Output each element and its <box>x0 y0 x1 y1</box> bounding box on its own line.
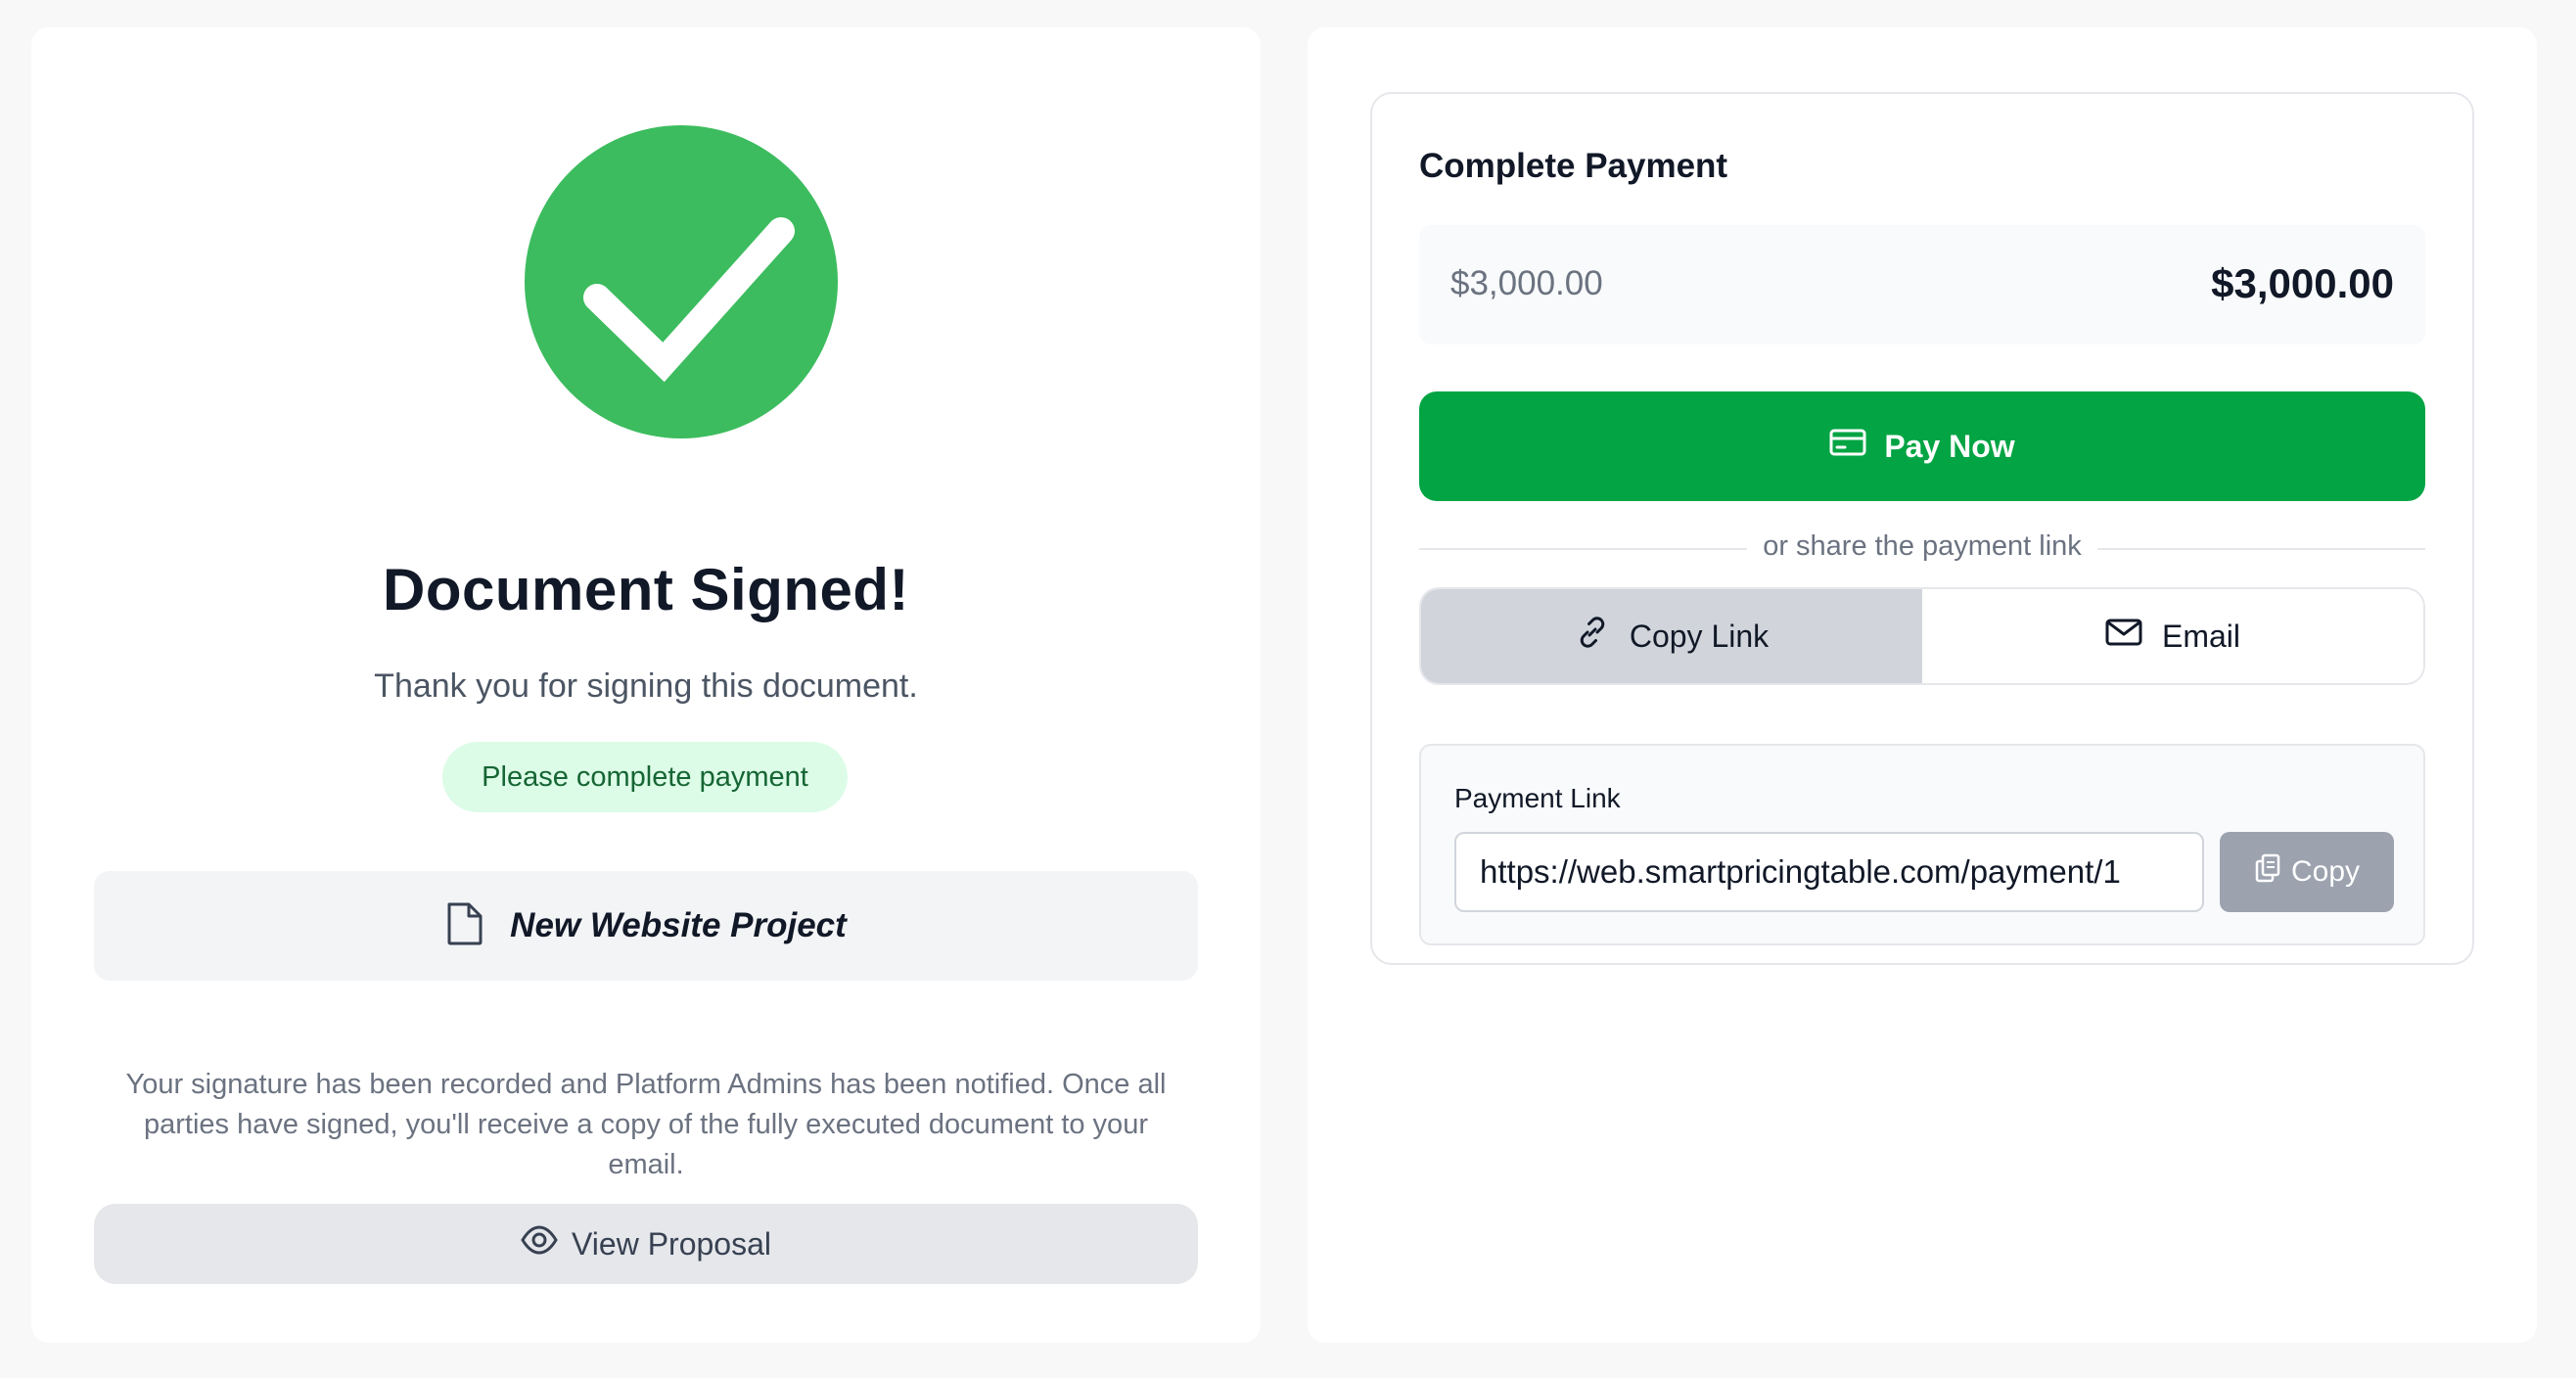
payment-link-section: Payment Link Copy <box>1419 744 2425 945</box>
divider-text: or share the payment link <box>1747 530 2097 562</box>
copy-button[interactable]: Copy <box>2220 832 2394 912</box>
document-card: New Website Project <box>94 871 1198 981</box>
signature-notice: Your signature has been recorded and Pla… <box>125 1069 1167 1180</box>
payment-link-label: Payment Link <box>1454 783 1621 813</box>
pay-now-button[interactable]: Pay Now <box>1419 391 2425 501</box>
document-name: New Website Project <box>510 906 847 944</box>
success-check-icon <box>525 125 838 438</box>
email-label: Email <box>2161 618 2240 654</box>
document-icon <box>445 901 484 951</box>
amount-label: $3,000.00 <box>1450 264 1603 302</box>
credit-card-icon <box>1829 428 1866 465</box>
clipboard-icon <box>2254 853 2281 891</box>
view-proposal-label: View Proposal <box>572 1225 771 1262</box>
link-icon <box>1575 615 1610 658</box>
view-proposal-button[interactable]: View Proposal <box>94 1204 1198 1284</box>
page-subtitle: Thank you for signing this document. <box>374 667 918 705</box>
eye-icon <box>521 1225 558 1263</box>
share-method-toggle: Copy Link Email <box>1419 587 2425 685</box>
signed-confirmation-panel: Document Signed! Thank you for signing t… <box>31 27 1261 1343</box>
payment-panel: Complete Payment $3,000.00 $3,000.00 Pay… <box>1308 27 2537 1343</box>
copy-link-label: Copy Link <box>1629 618 1770 654</box>
payment-link-input[interactable] <box>1454 832 2204 912</box>
status-badge: Please complete payment <box>442 742 848 812</box>
pay-now-label: Pay Now <box>1884 428 2015 464</box>
page-title: Document Signed! <box>382 557 909 622</box>
payment-card: Complete Payment $3,000.00 $3,000.00 Pay… <box>1370 92 2474 965</box>
share-divider: or share the payment link <box>1419 528 2425 568</box>
email-tab[interactable]: Email <box>1922 589 2423 683</box>
amount-total: $3,000.00 <box>2211 260 2394 306</box>
payment-title: Complete Payment <box>1419 147 1728 185</box>
copy-label: Copy <box>2290 855 2361 888</box>
copy-link-tab[interactable]: Copy Link <box>1421 589 1922 683</box>
mail-icon <box>2105 618 2142 655</box>
amount-summary: $3,000.00 $3,000.00 <box>1419 225 2425 344</box>
